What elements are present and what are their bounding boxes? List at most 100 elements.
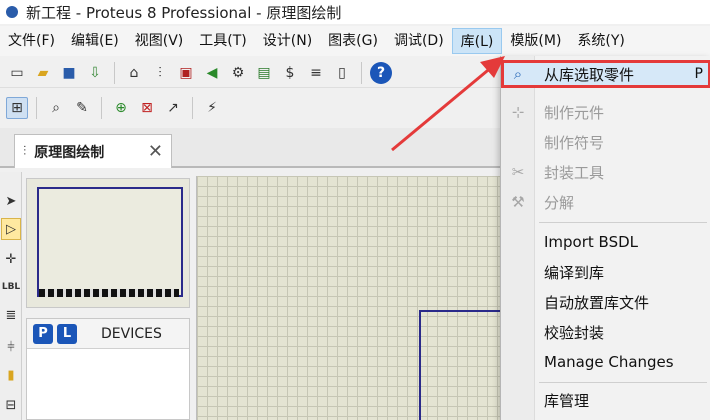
menu-debug[interactable]: 调试(D) [386, 28, 452, 54]
close-icon[interactable]: ✕ [148, 141, 163, 162]
blank-icon [501, 228, 535, 256]
menu-item-label: Import BSDL [544, 233, 639, 251]
pick-parts-icon: ⌕ [513, 65, 523, 83]
simulation-icon[interactable]: ◀ [201, 62, 223, 84]
menu-item-label: Manage Changes [544, 353, 674, 371]
delete-sheet-icon[interactable]: ⊠ [136, 97, 158, 119]
sheet-nav-icon[interactable]: ↗ [162, 97, 184, 119]
mode-toolbar: ➤ ▷ ✛ LBL ≣ ⫩ ▮ ⊟ [0, 172, 22, 420]
menu-item-shortcut: P [694, 66, 703, 82]
sheet-border [419, 310, 509, 420]
make-device-icon: ⊹ [511, 103, 525, 121]
blank-icon [501, 386, 535, 414]
home-icon[interactable]: ⌂ [123, 62, 145, 84]
open-folder-icon[interactable]: ▰ [32, 62, 54, 84]
window-title: 新工程 - Proteus 8 Professional - 原理图绘制 [26, 3, 342, 22]
gerber-icon[interactable]: ▤ [253, 62, 275, 84]
code-icon[interactable]: ≡ [305, 62, 327, 84]
menu-item-label: 校验封装 [544, 323, 605, 342]
menu-template[interactable]: 模版(M) [502, 28, 569, 54]
menu-item-import-bsdl[interactable]: Import BSDL [501, 228, 710, 256]
menu-item-verify-package[interactable]: 校验封装 [501, 318, 710, 346]
overview-ruler [39, 289, 179, 297]
packaging-tool-icon: ✂ [511, 163, 525, 181]
devices-panel: P L DEVICES [26, 318, 190, 420]
schematic-icon[interactable]: ⫶ [149, 62, 171, 84]
toolbar-separator [192, 97, 193, 119]
save-icon[interactable]: ■ [58, 62, 80, 84]
menu-file[interactable]: 文件(F) [0, 28, 63, 54]
schematic-mode-icon[interactable]: ⊞ [6, 97, 28, 119]
devices-title: DEVICES [101, 325, 162, 342]
schematic-canvas[interactable] [196, 176, 509, 420]
blank-icon [501, 258, 535, 286]
pcb-icon[interactable]: ▣ [175, 62, 197, 84]
toolbar-separator [361, 61, 362, 84]
design-explorer-icon[interactable]: ⚡ [201, 97, 223, 119]
menu-separator [539, 382, 707, 383]
menu-item-auto-place-library[interactable]: 自动放置库文件 [501, 288, 710, 316]
blank-icon [501, 318, 535, 346]
add-sheet-icon[interactable]: ⊕ [110, 97, 132, 119]
menu-library[interactable]: 库(L) [451, 28, 503, 54]
blank-icon [501, 348, 535, 376]
menu-item-label: 封装工具 [544, 163, 605, 182]
menu-edit[interactable]: 编辑(E) [63, 28, 127, 54]
overview-window[interactable] [26, 178, 190, 308]
main-toolbar: ▭ ▰ ■ ⇩ ⌂ ⫶ ▣ ◀ ⚙ ▤ $ ≡ ▯ ? [0, 58, 500, 88]
title-bar: 新工程 - Proteus 8 Professional - 原理图绘制 [0, 0, 710, 24]
devices-header: P L DEVICES [27, 319, 189, 349]
select-mode-icon[interactable]: ➤ [1, 190, 21, 212]
bom-icon[interactable]: $ [279, 62, 301, 84]
library-manager-button[interactable]: L [57, 323, 77, 344]
menu-item-label: 自动放置库文件 [544, 293, 650, 312]
menu-item-label: 分解 [544, 193, 575, 212]
3d-view-icon[interactable]: ⚙ [227, 62, 249, 84]
menu-item-label: 库管理 [544, 391, 590, 410]
menu-item-packaging-tool[interactable]: ✂ 封装工具 [501, 158, 710, 186]
menu-graph[interactable]: 图表(G) [320, 28, 386, 54]
help-icon[interactable]: ? [370, 61, 392, 84]
secondary-toolbar: ⊞ ⌕ ✎ ⊕ ⊠ ↗ ⚡ [0, 92, 500, 124]
schematic-tab-icon: ⫶ [23, 144, 27, 159]
toolbar-separator [101, 97, 102, 119]
library-menu: ⌕ 从库选取零件 P ⊹ 制作元件 制作符号 ✂ 封装工具 ⚒ 分解 Impor… [500, 56, 710, 420]
new-file-icon[interactable]: ▭ [6, 62, 28, 84]
find-icon[interactable]: ⌕ [45, 97, 67, 119]
menu-item-label: 从库选取零件 [544, 65, 635, 84]
menu-item-make-symbol[interactable]: 制作符号 [501, 128, 710, 156]
menu-tools[interactable]: 工具(T) [191, 28, 254, 54]
menu-item-label: 制作元件 [544, 103, 605, 122]
notes-icon[interactable]: ▯ [331, 62, 353, 84]
terminal-mode-icon[interactable]: ⊟ [1, 394, 21, 416]
menu-system[interactable]: 系统(Y) [569, 28, 632, 54]
menu-item-pick-parts[interactable]: ⌕ 从库选取零件 P [501, 60, 710, 88]
menu-item-compile-library[interactable]: 编译到库 [501, 258, 710, 286]
menu-separator [539, 222, 707, 223]
menu-view[interactable]: 视图(V) [127, 28, 192, 54]
text-script-icon[interactable]: ≣ [1, 304, 21, 326]
menu-item-label: 编译到库 [544, 263, 605, 282]
subcircuit-icon[interactable]: ▮ [1, 364, 21, 386]
blank-icon [501, 128, 535, 156]
overview-sheet-outline [37, 187, 183, 297]
menu-item-manage-changes[interactable]: Manage Changes [501, 348, 710, 376]
tab-schematic[interactable]: ⫶ 原理图绘制 ✕ [14, 134, 172, 168]
pick-devices-button[interactable]: P [33, 323, 53, 344]
property-tool-icon[interactable]: ✎ [71, 97, 93, 119]
wire-label-icon[interactable]: LBL [1, 276, 21, 298]
menu-item-label: 制作符号 [544, 133, 605, 152]
menu-design[interactable]: 设计(N) [255, 28, 320, 54]
component-mode-icon[interactable]: ▷ [1, 218, 21, 240]
app-icon [6, 6, 18, 18]
bus-mode-icon[interactable]: ⫩ [1, 336, 21, 358]
tab-strip: ⫶ 原理图绘制 ✕ [0, 128, 500, 168]
import-icon[interactable]: ⇩ [84, 62, 106, 84]
junction-mode-icon[interactable]: ✛ [1, 248, 21, 270]
menu-item-make-device[interactable]: ⊹ 制作元件 [501, 98, 710, 126]
decompose-icon: ⚒ [511, 193, 525, 211]
menu-item-library-manager[interactable]: 库管理 [501, 386, 710, 414]
menu-item-decompose[interactable]: ⚒ 分解 [501, 188, 710, 216]
menu-bar: 文件(F) 编辑(E) 视图(V) 工具(T) 设计(N) 图表(G) 调试(D… [0, 26, 710, 56]
tab-label: 原理图绘制 [34, 144, 105, 161]
